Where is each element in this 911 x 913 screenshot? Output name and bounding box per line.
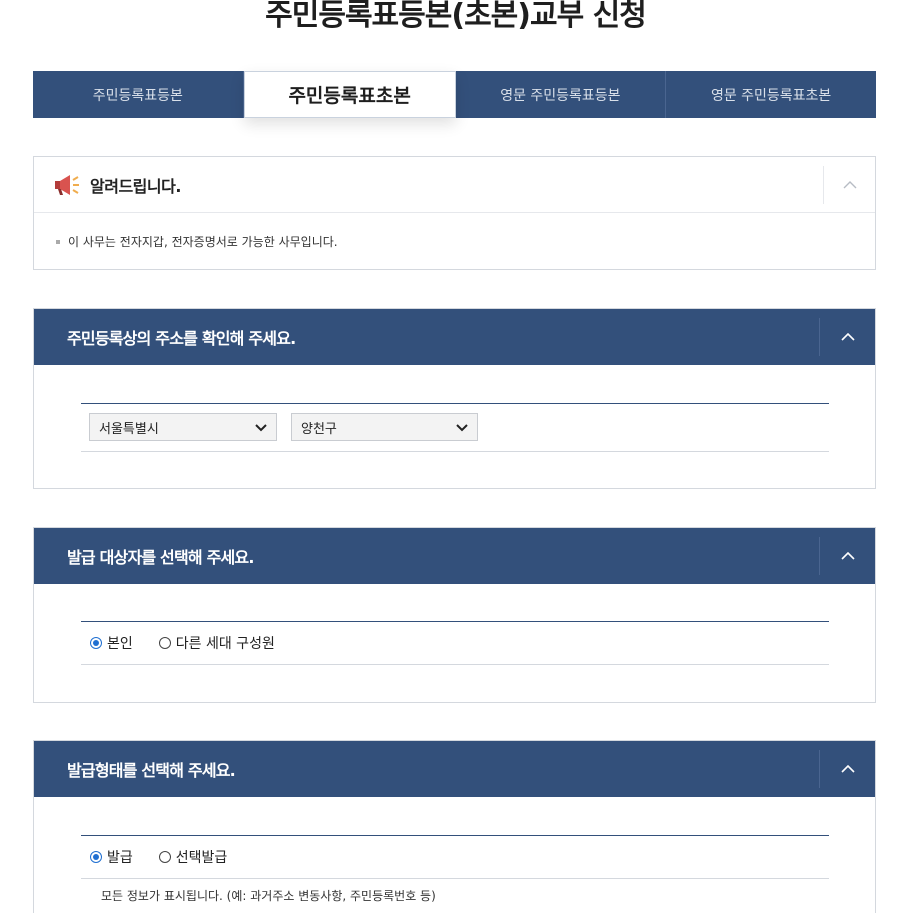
chevron-up-icon	[840, 765, 855, 773]
notice-body: 이 사무는 전자지갑, 전자증명서로 가능한 사무입니다.	[34, 213, 875, 250]
radio-selective-issue[interactable]: 선택발급	[158, 847, 228, 867]
district-select[interactable]: 양천구	[291, 413, 478, 441]
megaphone-icon	[52, 172, 82, 198]
notice-box: 알려드립니다. 이 사무는 전자지갑, 전자증명서로 가능한 사무입니다.	[33, 156, 876, 270]
target-radio-row: 본인 다른 세대 구성원	[81, 621, 829, 665]
notice-collapse-button[interactable]	[823, 166, 875, 204]
address-select-row: 서울특별시 양천구	[81, 403, 829, 452]
tab-bar: 주민등록표등본 주민등록표초본 영문 주민등록표등본 영문 주민등록표초본	[33, 71, 876, 118]
notice-title: 알려드립니다.	[90, 176, 181, 196]
issuance-target-section: 발급 대상자를 선택해 주세요. 본인 다른 세대 구성원	[33, 527, 876, 703]
notice-header: 알려드립니다.	[34, 157, 875, 213]
radio-button[interactable]	[158, 851, 171, 863]
issuance-format-collapse-button[interactable]	[819, 750, 875, 788]
radio-self[interactable]: 본인	[90, 633, 133, 653]
chevron-up-icon	[840, 333, 855, 341]
format-description: 모든 정보가 표시됩니다. (예: 과거주소 변동사항, 주민등록번호 등)	[101, 889, 436, 903]
radio-button[interactable]	[158, 637, 171, 649]
address-section-title: 주민등록상의 주소를 확인해 주세요.	[67, 329, 296, 348]
target-radio-group: 본인 다른 세대 구성원	[90, 622, 301, 664]
radio-other-household-member[interactable]: 다른 세대 구성원	[158, 633, 275, 653]
notice-text: 이 사무는 전자지갑, 전자증명서로 가능한 사무입니다.	[68, 235, 338, 249]
radio-button[interactable]	[90, 851, 102, 863]
tab-english-register-abstract[interactable]: 영문 주민등록표초본	[666, 71, 876, 118]
chevron-up-icon	[840, 552, 855, 560]
chevron-down-icon	[255, 424, 267, 432]
issuance-target-header: 발급 대상자를 선택해 주세요.	[34, 528, 875, 584]
page-title: 주민등록표등본(초본)교부 신청	[265, 0, 647, 33]
city-select[interactable]: 서울특별시	[89, 413, 277, 441]
district-select-value: 양천구	[301, 421, 337, 437]
tab-english-register-copy[interactable]: 영문 주민등록표등본	[456, 71, 667, 118]
issuance-format-header: 발급형태를 선택해 주세요.	[34, 741, 875, 797]
issuance-target-title: 발급 대상자를 선택해 주세요.	[67, 548, 254, 567]
radio-button[interactable]	[90, 637, 102, 649]
radio-issue-all-label: 발급	[107, 850, 133, 866]
format-radio-group: 발급 선택발급	[90, 836, 253, 878]
address-section-header: 주민등록상의 주소를 확인해 주세요.	[34, 309, 875, 365]
issuance-format-title: 발급형태를 선택해 주세요.	[67, 761, 236, 780]
format-radio-row: 발급 선택발급	[81, 835, 829, 879]
chevron-up-icon	[843, 181, 856, 189]
address-section: 주민등록상의 주소를 확인해 주세요. 서울특별시 양천구	[33, 308, 876, 489]
issuance-format-section: 발급형태를 선택해 주세요. 발급 선택발급 모든 정보가 표시됩니다. (예:…	[33, 740, 876, 913]
radio-selective-issue-label: 선택발급	[175, 850, 228, 866]
address-section-collapse-button[interactable]	[819, 318, 875, 356]
tab-resident-register-abstract[interactable]: 주민등록표초본	[243, 71, 456, 118]
city-select-value: 서울특별시	[99, 421, 159, 437]
chevron-down-icon	[456, 424, 468, 432]
radio-issue-all[interactable]: 발급	[90, 847, 133, 867]
radio-other-household-member-label: 다른 세대 구성원	[175, 636, 275, 652]
bullet-icon	[56, 239, 60, 244]
issuance-target-collapse-button[interactable]	[819, 537, 875, 575]
radio-self-label: 본인	[107, 636, 133, 652]
tab-resident-register-copy[interactable]: 주민등록표등본	[33, 71, 244, 118]
